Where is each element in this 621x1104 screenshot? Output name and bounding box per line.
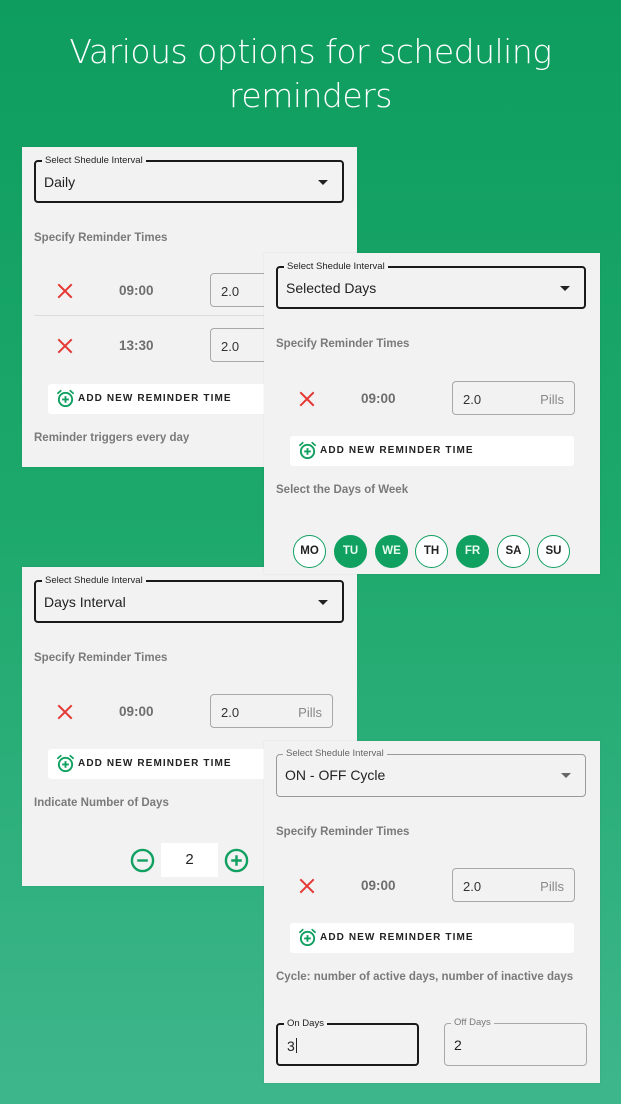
reminder-time[interactable]: 09:00 — [361, 391, 396, 406]
schedule-interval-select[interactable]: Select Shedule Interval ON - OFF Cycle — [276, 747, 586, 797]
quantity-value: 2.0 — [221, 284, 240, 299]
alarm-add-icon — [298, 441, 317, 460]
alarm-add-icon — [56, 754, 75, 773]
on-days-input[interactable]: On Days 3 — [276, 1017, 419, 1066]
day-toggle-sa[interactable]: SA — [497, 535, 530, 568]
reminder-times-label: Specify Reminder Times — [34, 232, 168, 244]
reminder-time[interactable]: 09:00 — [119, 283, 154, 298]
quantity-value: 2.0 — [463, 392, 482, 407]
quantity-value: 2.0 — [221, 705, 240, 720]
reminder-row: 09:00 2.0 Pills — [34, 694, 357, 734]
cycle-description: Cycle: number of active days, number of … — [276, 971, 574, 983]
add-reminder-label: ADD NEW REMINDER TIME — [320, 445, 474, 456]
add-reminder-time-button[interactable]: ADD NEW REMINDER TIME — [290, 436, 574, 466]
panel-on-off-cycle: Select Shedule Interval ON - OFF Cycle S… — [264, 741, 600, 1083]
number-of-days-value[interactable]: 2 — [161, 843, 218, 877]
alarm-add-icon — [56, 389, 75, 408]
select-label: Select Shedule Interval — [42, 154, 146, 167]
dropdown-caret-icon — [318, 180, 328, 185]
headline-line-1: Various options for scheduling — [69, 32, 552, 71]
on-days-value: 3 — [287, 1038, 295, 1054]
schedule-interval-select[interactable]: Select Shedule Interval Daily — [34, 154, 344, 203]
dropdown-caret-icon — [561, 773, 571, 778]
headline-line-2: reminders — [229, 76, 392, 115]
schedule-interval-select[interactable]: Select Shedule Interval Selected Days — [276, 260, 586, 309]
number-of-days-stepper: 2 — [130, 843, 250, 877]
reminder-time[interactable]: 09:00 — [119, 704, 154, 719]
delete-reminder-icon[interactable] — [298, 877, 316, 895]
reminder-time[interactable]: 09:00 — [361, 878, 396, 893]
dropdown-caret-icon — [318, 600, 328, 605]
day-toggle-th[interactable]: TH — [415, 535, 448, 568]
select-value: ON - OFF Cycle — [285, 767, 386, 783]
select-value: Selected Days — [286, 280, 377, 296]
day-toggle-we[interactable]: WE — [375, 535, 408, 568]
quantity-unit: Pills — [540, 879, 564, 894]
add-reminder-time-button[interactable]: ADD NEW REMINDER TIME — [290, 923, 574, 953]
select-label: Select Shedule Interval — [283, 747, 387, 760]
off-days-label: Off Days — [451, 1016, 494, 1029]
on-days-label: On Days — [284, 1017, 327, 1030]
day-toggle-mo[interactable]: MO — [293, 535, 326, 568]
select-label: Select Shedule Interval — [284, 260, 388, 273]
day-toggle-fr[interactable]: FR — [456, 535, 489, 568]
alarm-add-icon — [298, 928, 317, 947]
number-of-days-label: Indicate Number of Days — [34, 797, 169, 809]
reminder-time[interactable]: 13:30 — [119, 338, 154, 353]
delete-reminder-icon[interactable] — [56, 703, 74, 721]
reminder-times-label: Specify Reminder Times — [34, 652, 168, 664]
reminder-row: 09:00 2.0 Pills — [276, 381, 600, 421]
add-reminder-label: ADD NEW REMINDER TIME — [78, 758, 232, 769]
quantity-input[interactable]: 2.0 Pills — [210, 694, 333, 728]
reminder-times-label: Specify Reminder Times — [276, 826, 410, 838]
off-days-input[interactable]: Off Days 2 — [444, 1016, 587, 1066]
quantity-unit: Pills — [540, 392, 564, 407]
delete-reminder-icon[interactable] — [298, 390, 316, 408]
select-label: Select Shedule Interval — [42, 574, 146, 587]
panel-selected-days: Select Shedule Interval Selected Days Sp… — [264, 253, 600, 574]
day-toggle-tu[interactable]: TU — [334, 535, 367, 568]
schedule-note: Reminder triggers every day — [34, 432, 190, 444]
day-toggle-su[interactable]: SU — [537, 535, 570, 568]
days-of-week-label: Select the Days of Week — [276, 484, 409, 496]
increment-icon[interactable] — [224, 848, 249, 873]
off-days-value: 2 — [454, 1037, 462, 1053]
add-reminder-label: ADD NEW REMINDER TIME — [78, 393, 232, 404]
quantity-value: 2.0 — [221, 339, 240, 354]
quantity-value: 2.0 — [463, 879, 482, 894]
dropdown-caret-icon — [560, 286, 570, 291]
delete-reminder-icon[interactable] — [56, 282, 74, 300]
quantity-unit: Pills — [298, 705, 322, 720]
schedule-interval-select[interactable]: Select Shedule Interval Days Interval — [34, 574, 344, 623]
delete-reminder-icon[interactable] — [56, 337, 74, 355]
reminder-row: 09:00 2.0 Pills — [276, 868, 600, 908]
select-value: Daily — [44, 174, 76, 190]
add-reminder-label: ADD NEW REMINDER TIME — [320, 932, 474, 943]
decrement-icon[interactable] — [130, 848, 155, 873]
select-value: Days Interval — [44, 594, 126, 610]
reminder-times-label: Specify Reminder Times — [276, 338, 410, 350]
quantity-input[interactable]: 2.0 Pills — [452, 868, 575, 902]
quantity-input[interactable]: 2.0 Pills — [452, 381, 575, 415]
headline: Various options for scheduling reminders — [0, 30, 621, 118]
